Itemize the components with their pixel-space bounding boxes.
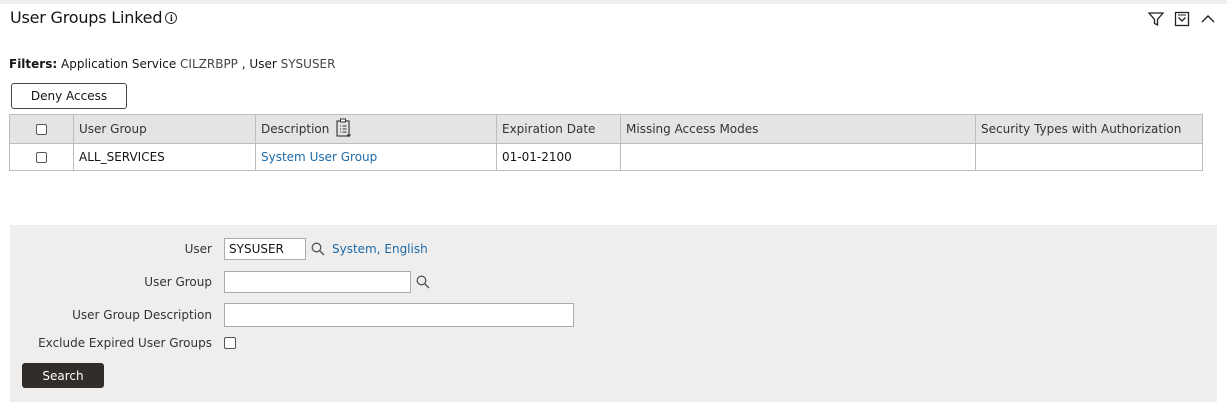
column-header-description-label: Description bbox=[261, 122, 330, 136]
column-header-user-group[interactable]: User Group bbox=[73, 114, 256, 144]
row-select-cell bbox=[9, 143, 74, 171]
cell-expiration-date: 01-01-2100 bbox=[496, 143, 621, 171]
table-row: ALL_SERVICES System User Group 01-01-210… bbox=[9, 143, 1203, 171]
filters-label: Filters: bbox=[9, 57, 58, 71]
clipboard-list-icon[interactable] bbox=[335, 118, 353, 141]
filters-separator: , bbox=[241, 57, 246, 71]
exclude-expired-label: Exclude Expired User Groups bbox=[38, 336, 212, 350]
user-label: User bbox=[184, 242, 212, 256]
cell-user-group: ALL_SERVICES bbox=[73, 143, 256, 171]
column-header-description[interactable]: Description bbox=[255, 114, 497, 144]
filters-prefix: Application Service bbox=[61, 57, 177, 71]
user-group-description-row: User Group Description bbox=[10, 303, 574, 327]
search-button[interactable]: Search bbox=[22, 363, 104, 388]
user-group-description-label: User Group Description bbox=[72, 308, 212, 322]
search-panel: User SYSUSER System, English User Group … bbox=[10, 225, 1217, 402]
search-icon[interactable] bbox=[310, 241, 326, 257]
row-checkbox[interactable] bbox=[36, 152, 47, 163]
filters-user-label: User bbox=[249, 57, 277, 71]
cell-description: System User Group bbox=[255, 143, 497, 171]
exclude-expired-checkbox[interactable] bbox=[224, 337, 236, 349]
filters-summary: Filters: Application Service CILZRBPP , … bbox=[9, 57, 335, 71]
page-title-text: User Groups Linked bbox=[10, 8, 163, 27]
user-group-row: User Group bbox=[10, 271, 431, 293]
user-group-input[interactable] bbox=[224, 271, 411, 293]
select-all-checkbox[interactable] bbox=[36, 124, 47, 135]
top-strip bbox=[0, 0, 1227, 4]
user-group-description-input[interactable] bbox=[224, 303, 574, 327]
dropdown-box-icon[interactable] bbox=[1173, 10, 1191, 28]
header-actions bbox=[1147, 10, 1217, 28]
exclude-expired-row: Exclude Expired User Groups bbox=[10, 336, 236, 350]
filters-user-value: SYSUSER bbox=[280, 57, 336, 71]
description-link[interactable]: System User Group bbox=[261, 150, 377, 164]
page-title: User Groups Linked i bbox=[10, 8, 178, 27]
info-icon[interactable]: i bbox=[165, 11, 178, 24]
chevron-up-icon[interactable] bbox=[1199, 10, 1217, 28]
user-description-link[interactable]: System, English bbox=[332, 242, 428, 256]
user-groups-table: User Group Description Expiration Date M… bbox=[9, 114, 1203, 171]
column-header-security-types[interactable]: Security Types with Authorization bbox=[975, 114, 1203, 144]
table-header-row: User Group Description Expiration Date M… bbox=[9, 114, 1203, 144]
cell-security-types bbox=[975, 143, 1203, 171]
filter-icon[interactable] bbox=[1147, 10, 1165, 28]
user-group-label: User Group bbox=[144, 275, 212, 289]
deny-access-button[interactable]: Deny Access bbox=[11, 83, 127, 109]
column-header-expiration-date[interactable]: Expiration Date bbox=[496, 114, 621, 144]
column-header-missing-access-modes[interactable]: Missing Access Modes bbox=[620, 114, 976, 144]
search-icon[interactable] bbox=[415, 274, 431, 290]
select-all-cell bbox=[9, 114, 74, 144]
user-input[interactable]: SYSUSER bbox=[224, 238, 306, 260]
filters-service-value: CILZRBPP bbox=[180, 57, 238, 71]
user-row: User SYSUSER System, English bbox=[10, 238, 428, 260]
cell-missing-access-modes bbox=[620, 143, 976, 171]
